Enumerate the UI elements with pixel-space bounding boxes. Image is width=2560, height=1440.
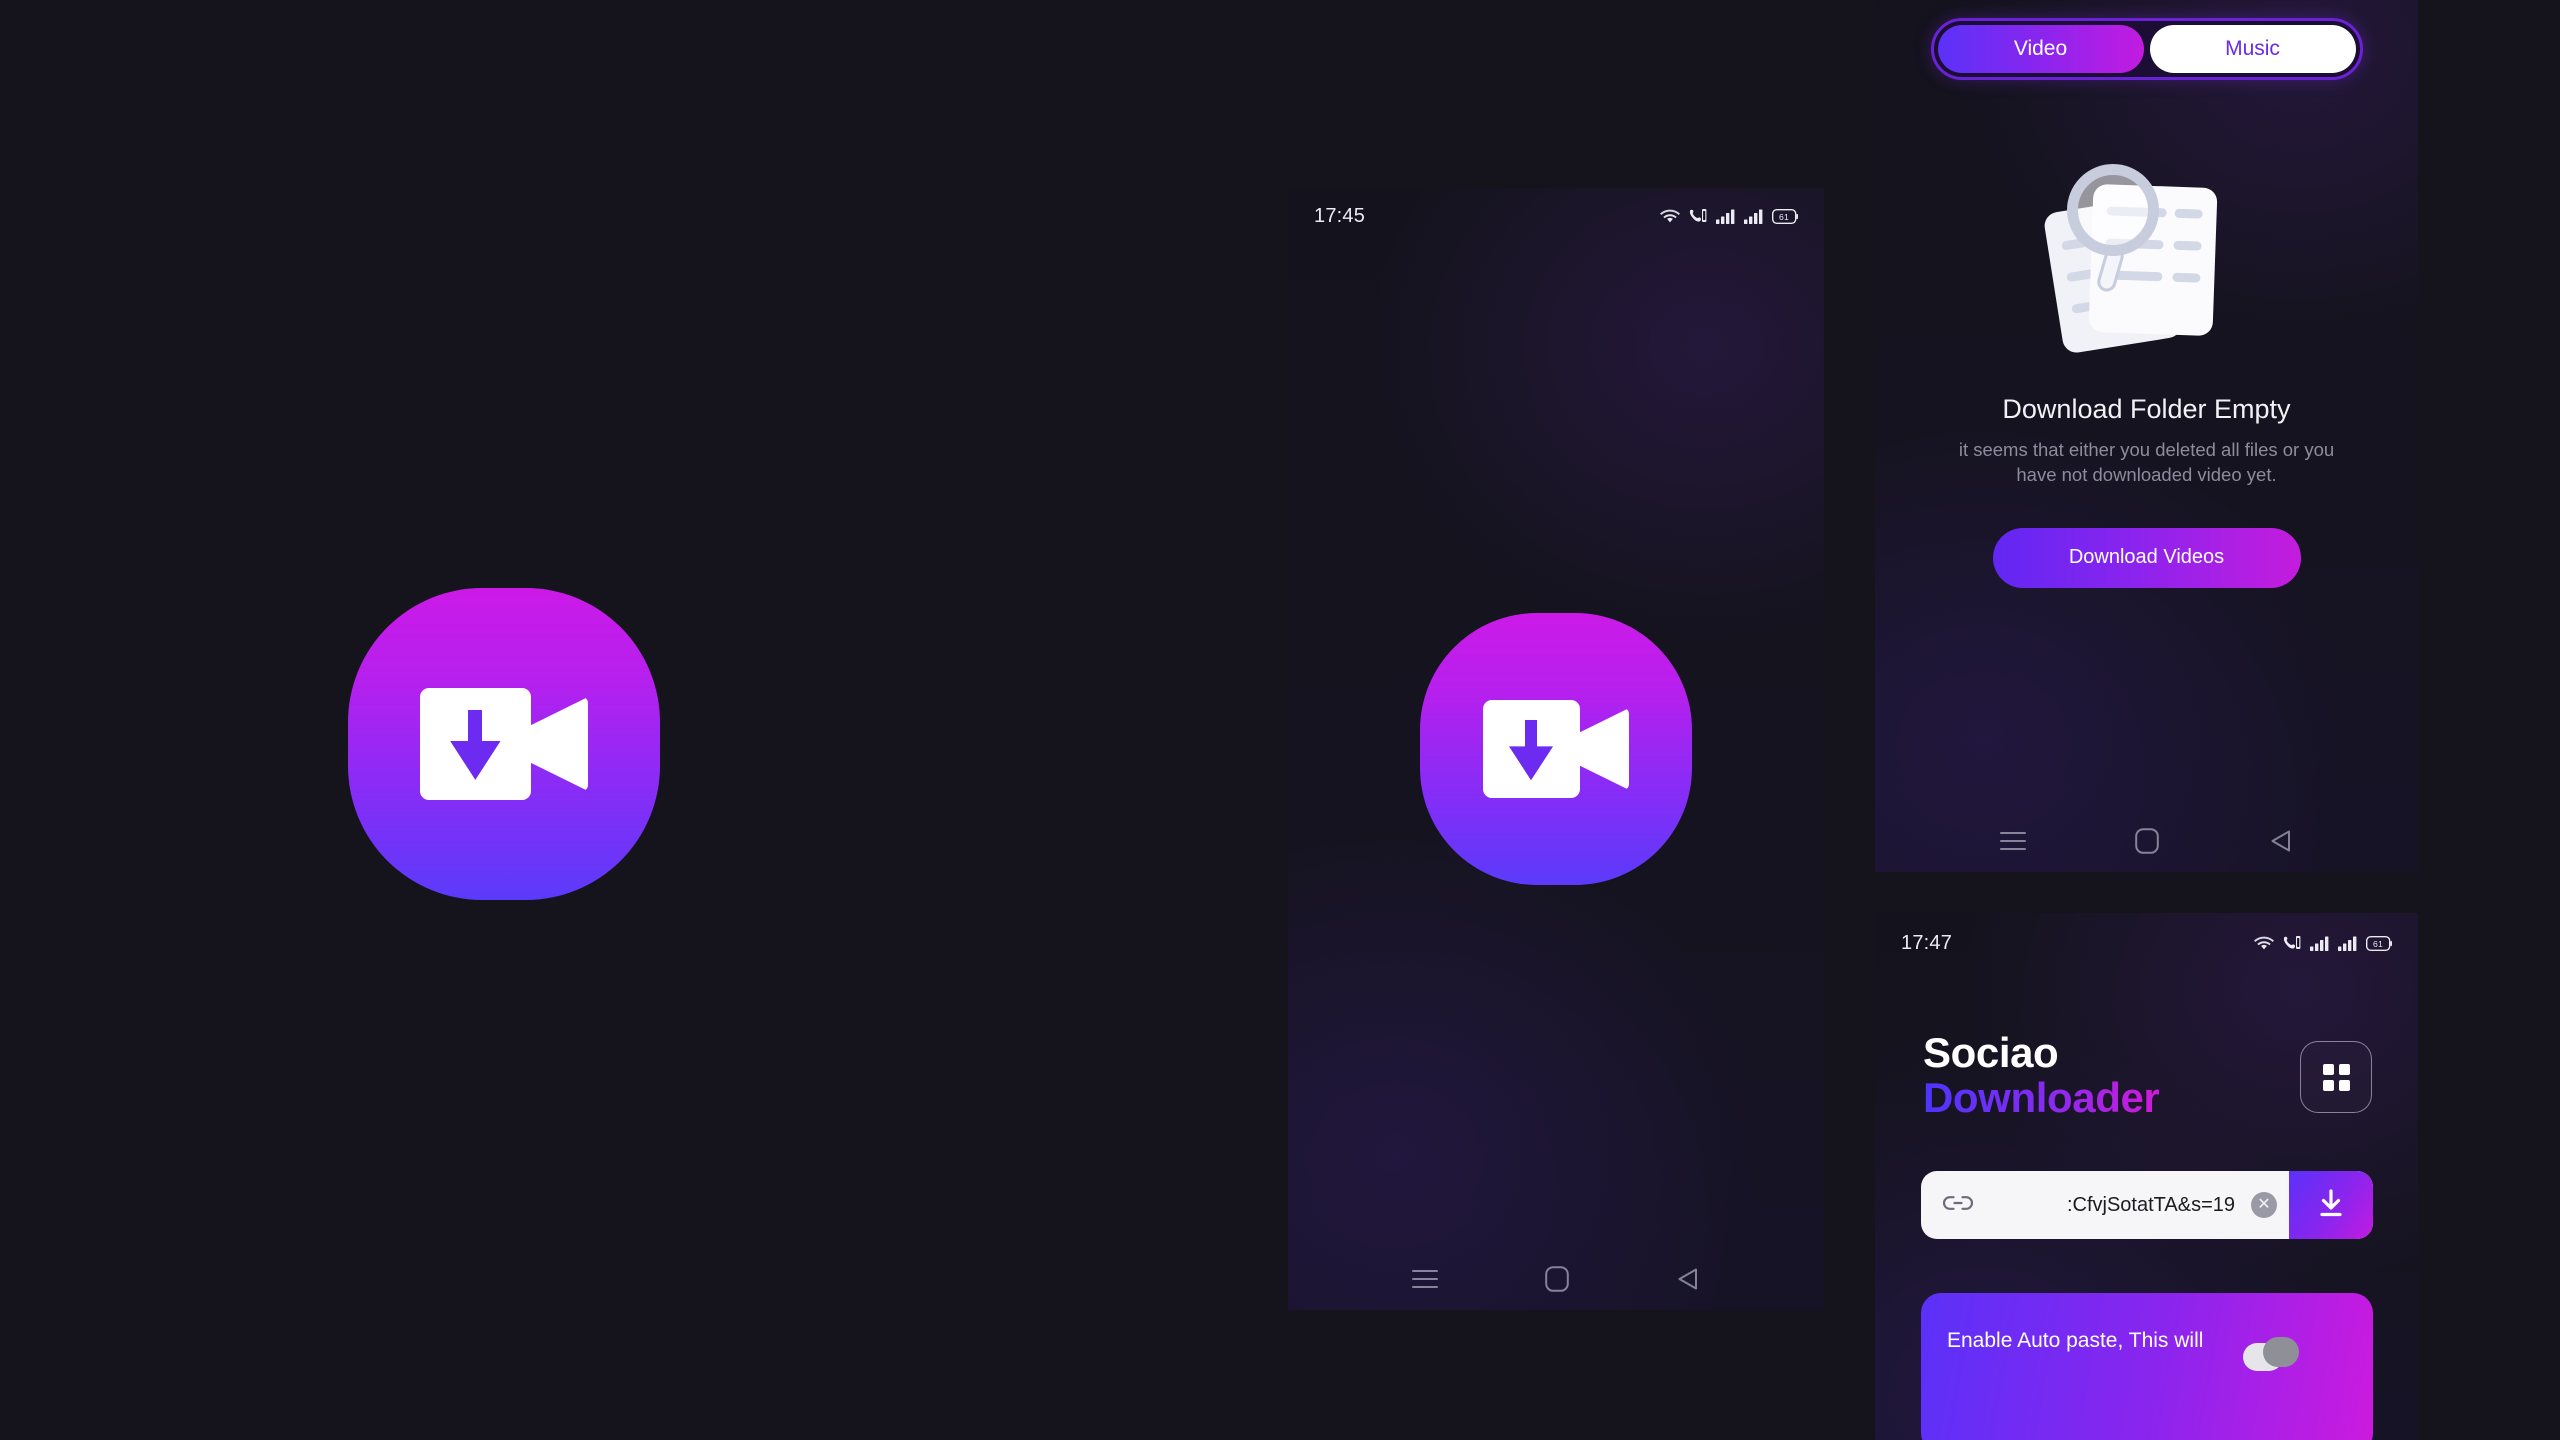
battery-icon: 61 (1772, 208, 1798, 224)
video-download-icon (304, 544, 704, 944)
phone-screen-splash: 17:45 61 (1288, 188, 1824, 1310)
download-icon (2317, 1188, 2345, 1223)
clear-x-icon[interactable]: ✕ (2251, 1192, 2277, 1218)
url-input-bar[interactable]: :CfvjSotatTA&s=19 ✕ (1921, 1171, 2373, 1239)
empty-search-documents-illustration (2042, 164, 2247, 355)
camera-lens (530, 696, 589, 792)
tab-video[interactable]: Video (1937, 25, 2144, 73)
status-bar: 17:45 61 (1288, 188, 1824, 244)
magnifier-icon (2066, 164, 2165, 294)
android-nav-bar (1875, 810, 2418, 872)
signal-bars-icon (1716, 209, 1735, 224)
video-download-icon (1381, 574, 1731, 924)
status-time: 17:45 (1314, 204, 1366, 227)
empty-state-title: Download Folder Empty (2002, 394, 2291, 424)
clipboard-cloud-icon (2243, 1337, 2305, 1371)
wifi-icon (1660, 209, 1680, 224)
phone-screen-home: 17:47 61 Sociao Downloader:CfvjSotatTA&… (1875, 913, 2418, 1440)
back-icon[interactable] (1675, 1266, 1701, 1292)
download-arrow-icon (1509, 719, 1554, 781)
app-title-line2: Downloader (1923, 1073, 2160, 1121)
screenshot-stage: 17:45 61 Video Music Download Folder Emp… (0, 0, 2560, 1440)
signal-bars-icon (1744, 209, 1763, 224)
status-bar: 17:47 61 (1875, 913, 2418, 973)
home-icon[interactable] (2135, 828, 2160, 854)
apps-grid-icon (2322, 1063, 2350, 1091)
back-icon[interactable] (2268, 828, 2294, 854)
apps-grid-button[interactable] (2300, 1041, 2372, 1113)
link-icon (1942, 1194, 1974, 1217)
splash-app-icon (1381, 574, 1731, 924)
download-videos-button[interactable]: Download Videos (1992, 527, 2301, 588)
auto-paste-banner-text: Enable Auto paste, This will (1947, 1329, 2204, 1352)
download-arrow-icon (450, 710, 501, 780)
app-icon-large (304, 544, 704, 944)
status-time: 17:47 (1901, 931, 1953, 954)
status-icons: 61 (2254, 935, 2392, 951)
signal-bars-icon (2338, 936, 2357, 951)
battery-icon: 61 (2366, 935, 2392, 951)
url-field[interactable]: :CfvjSotatTA&s=19 ✕ (1921, 1171, 2289, 1239)
status-icons: 61 (1660, 208, 1798, 224)
media-type-toggle[interactable]: Video Music (1930, 18, 2363, 80)
svg-text:61: 61 (1779, 212, 1789, 222)
empty-state-subtitle: it seems that either you deleted all fil… (1958, 439, 2335, 485)
auto-paste-banner[interactable]: Enable Auto paste, This will (1921, 1293, 2373, 1440)
phone-screen-downloads-empty: Video Music Download Folder Empty it see… (1875, 0, 2418, 872)
vibrate-phone-icon (2283, 935, 2301, 951)
recents-icon[interactable] (1411, 1269, 1439, 1289)
camera-glyph (419, 687, 589, 801)
tab-music[interactable]: Music (2149, 25, 2356, 73)
android-nav-bar (1288, 1248, 1824, 1310)
camera-glyph (1482, 700, 1630, 798)
vibrate-phone-icon (1689, 208, 1707, 224)
wifi-icon (2254, 936, 2274, 951)
recents-icon[interactable] (1999, 831, 2027, 851)
download-button[interactable] (2289, 1171, 2373, 1239)
app-title-line1: Sociao (1923, 1029, 2059, 1076)
app-title: Sociao Downloader (1923, 1029, 2160, 1121)
svg-text:61: 61 (2373, 939, 2383, 949)
url-input[interactable]: :CfvjSotatTA&s=19 (1983, 1194, 2241, 1217)
home-icon[interactable] (1545, 1266, 1569, 1292)
signal-bars-icon (2310, 936, 2329, 951)
